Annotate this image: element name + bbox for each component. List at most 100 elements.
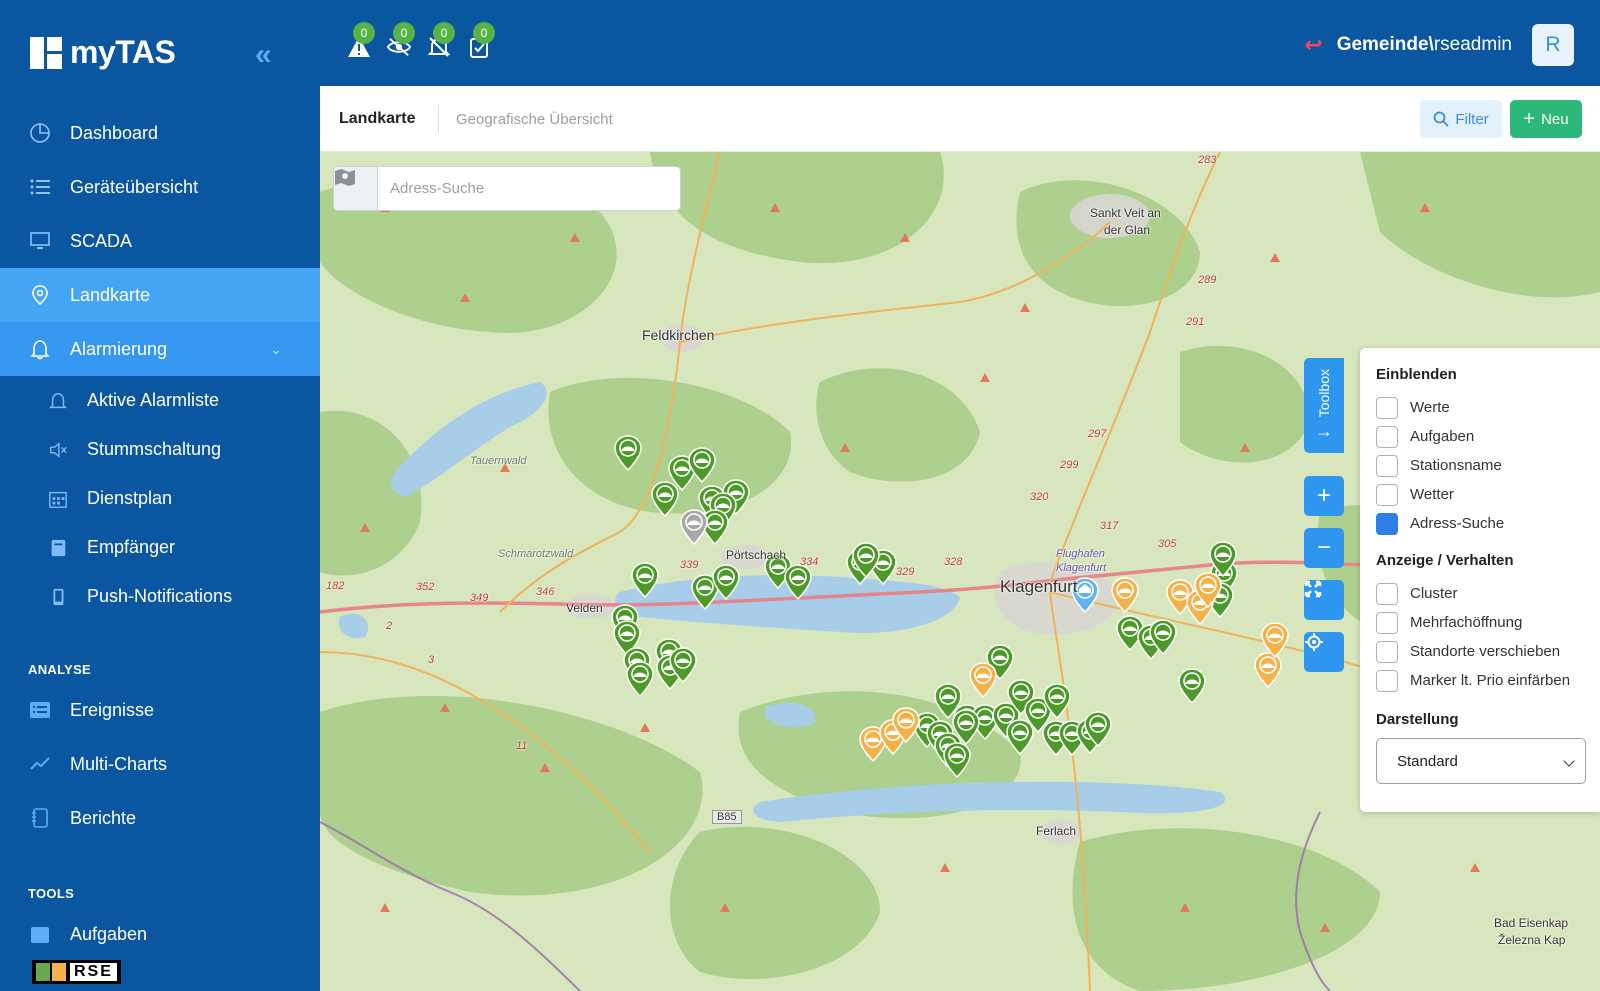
checkbox-box[interactable] [1376,454,1398,477]
road-label-291: 291 [1186,316,1205,328]
logout-icon[interactable]: ↩ [1304,32,1322,58]
road-label-297: 297 [1088,428,1107,440]
checkbox-mehrfachoeffnung[interactable]: Mehrfachöffnung [1376,608,1584,637]
filter-button[interactable]: Filter [1420,100,1502,138]
zoom-in-button[interactable]: + [1304,476,1344,516]
road-label-299: 299 [1060,459,1079,471]
sidebar-item-ereignisse[interactable]: Ereignisse [0,683,320,737]
sidebar-item-berichte[interactable]: Berichte [0,791,320,845]
sidebar-item-label: Dashboard [70,122,159,143]
sidebar-item-label: Berichte [70,807,137,828]
sidebar-subitem-empfaenger[interactable]: Empfänger [0,523,320,572]
map-canvas[interactable]: Feldkirchen Sankt Veit an der Glan Klage… [320,152,1600,991]
sidebar-subitem-stummschaltung[interactable]: Stummschaltung [0,425,320,474]
panel-section-einblenden: Einblenden [1376,366,1457,383]
sidebar-item-alarmierung[interactable]: Alarmierung ⌄ [0,322,320,376]
calendar-icon [28,922,52,946]
contact-book-icon [47,537,69,559]
road-label-182: 182 [326,580,345,592]
address-search-input[interactable] [378,167,678,210]
checkbox-wetter[interactable]: Wetter [1376,480,1584,509]
brand-name: myTAS [70,34,176,70]
user-name: rseadmin [1433,34,1512,55]
tasks-count-badge: 0 [473,22,495,44]
checkbox-stationsname[interactable]: Stationsname [1376,451,1584,480]
bell-off-icon[interactable]: 0 [427,22,455,58]
map-label-sankt-veit: Sankt Veit an [1090,206,1161,220]
user-menu[interactable]: ↩ Gemeinde\ rseadmin R [1304,24,1574,66]
checkbox-box[interactable] [1376,669,1398,692]
collapse-sidebar-icon[interactable]: « [255,38,272,72]
road-label-3: 3 [428,654,435,666]
sidebar-item-multi-charts[interactable]: Multi-Charts [0,737,320,791]
checkbox-label: Stationsname [1410,457,1502,474]
map-label-poertschach: Pörtschach [726,548,787,562]
map-label-velden: Velden [566,601,603,615]
map-search-icon [334,167,378,210]
map-label-der-glan: der Glan [1104,223,1151,237]
sidebar-subitem-aktive-alarmliste[interactable]: Aktive Alarmliste [0,376,320,425]
checkbox-label: Adress-Suche [1410,515,1505,532]
sidebar-item-geraeteuebersicht[interactable]: Geräteübersicht [0,160,320,214]
sidebar-item-dashboard[interactable]: Dashboard [0,106,320,160]
zoom-out-button[interactable]: − [1304,528,1344,568]
brand[interactable]: myTAS [30,34,176,71]
warning-icon[interactable]: 0 [347,22,375,58]
sidebar-subitem-push-notifications[interactable]: Push-Notifications [0,572,320,621]
checkbox-box[interactable] [1376,582,1398,605]
checkbox-marker-prio[interactable]: Marker lt. Prio einfärben [1376,666,1584,695]
sidebar-item-scada[interactable]: SCADA [0,214,320,268]
checkbox-box[interactable] [1376,396,1398,419]
locate-icon[interactable] [1304,632,1344,672]
checkbox-standorte-verschieben[interactable]: Standorte verschieben [1376,637,1584,666]
sidebar-subitem-label: Push-Notifications [87,586,233,606]
sidebar-subitem-label: Dienstplan [87,488,173,508]
checkbox-box[interactable] [1376,611,1398,634]
sidebar-item-label: Aufgaben [70,923,148,944]
sidebar-subitem-label: Empfänger [87,537,176,557]
checkbox-box[interactable] [1376,425,1398,448]
sidebar-subitem-dienstplan[interactable]: Dienstplan [0,474,320,523]
chevron-down-icon: ⌄ [270,340,282,357]
clipboard-check-icon[interactable]: 0 [467,22,495,58]
map-label-feldkirchen: Feldkirchen [642,327,715,343]
sidebar-item-landkarte[interactable]: Landkarte [0,268,320,322]
toolbox-panel: Einblenden Werte Aufgaben Stationsname W… [1360,348,1600,812]
monitor-icon [28,229,52,253]
sidebar-subitem-label: Stummschaltung [87,439,222,459]
list-icon [28,175,52,199]
toolbox-toggle[interactable]: Toolbox → [1304,358,1344,453]
warning-count-badge: 0 [353,22,375,44]
road-label-289: 289 [1198,274,1217,286]
sidebar-item-label: SCADA [70,230,133,251]
checkbox-box[interactable] [1376,640,1398,663]
filter-label: Filter [1455,110,1489,128]
checkbox-aufgaben[interactable]: Aufgaben [1376,422,1584,451]
avatar[interactable]: R [1532,24,1574,66]
new-button[interactable]: + Neu [1510,100,1582,138]
brand-logo-icon [30,36,62,69]
checkbox-box[interactable] [1376,483,1398,506]
search-icon [1433,111,1449,127]
map-label-ferlach: Ferlach [1036,824,1077,838]
checkbox-label: Aufgaben [1410,428,1475,445]
check-icon [1360,349,1374,360]
checkbox-werte[interactable]: Werte [1376,393,1584,422]
road-label-328: 328 [944,556,963,568]
bell-icon [28,337,52,361]
map-label-flughafen-2: Klagenfurt [1056,562,1107,574]
road-label-320: 320 [1030,491,1049,503]
fullscreen-icon[interactable] [1304,580,1344,620]
road-label-2: 2 [386,620,393,632]
checkbox-box-checked[interactable] [1360,349,1398,535]
map-label-bad-eisenkappel: Bad Eisenkap [1494,916,1569,930]
checkbox-adress-suche[interactable]: Adress-Suche [1360,349,1584,538]
display-mode-select[interactable]: Standard [1376,738,1586,784]
map-label-tauernwald: Tauernwald [470,455,527,467]
sidebar-item-aufgaben[interactable]: Aufgaben [0,907,320,961]
checkbox-cluster[interactable]: Cluster [1376,579,1584,608]
map-label-schmarotzwald: Schmarotzwald [498,548,574,560]
eye-off-icon[interactable]: 0 [387,22,415,58]
bell-icon [47,390,69,412]
map-label-zelezna-kapla: Železna Kap [1498,933,1566,947]
